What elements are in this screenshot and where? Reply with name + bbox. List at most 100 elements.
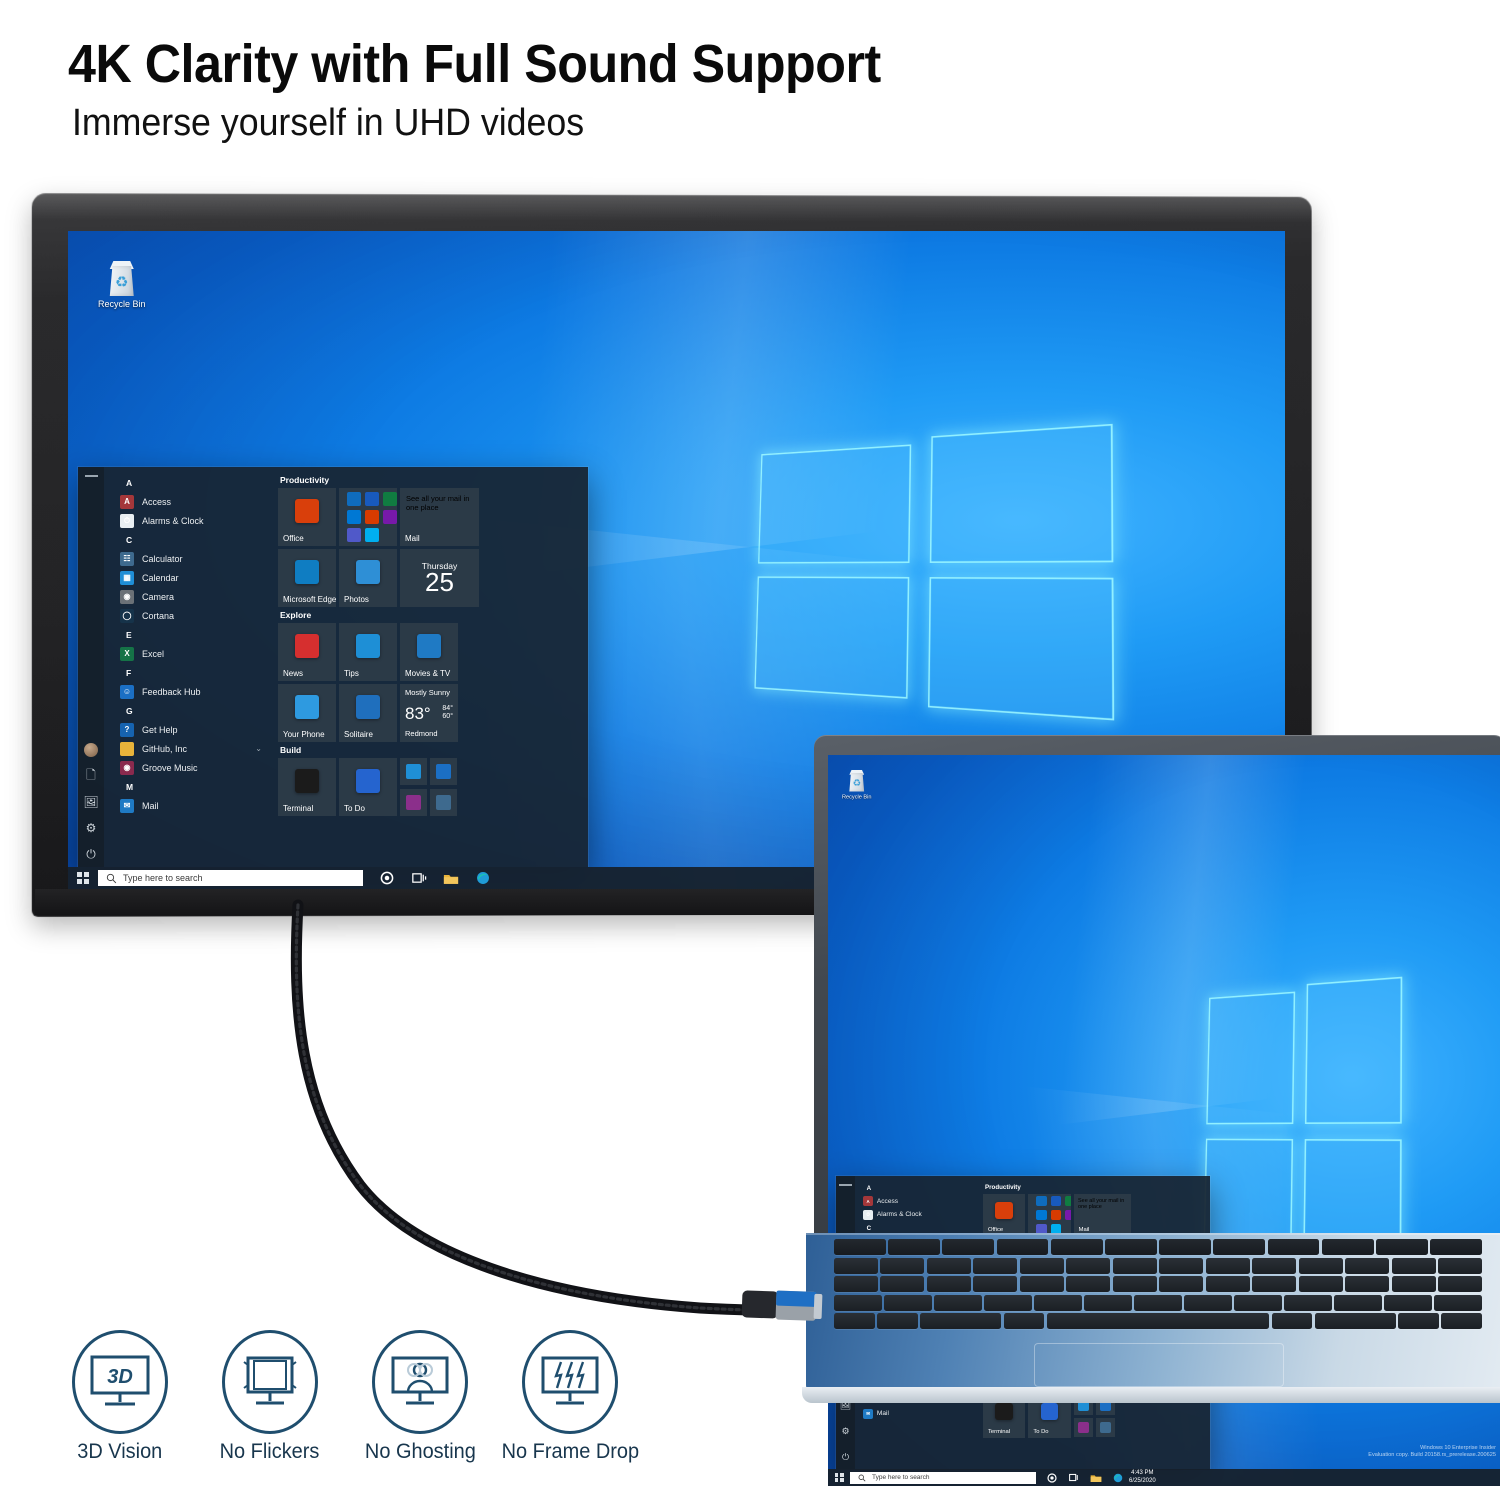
keyboard-key[interactable] bbox=[1438, 1276, 1483, 1292]
app-list-item-feedback-hub[interactable]: ☺ Feedback Hub bbox=[104, 682, 274, 701]
edge-icon[interactable] bbox=[467, 867, 499, 889]
app-list-item-groove-music[interactable]: ◉ Groove Music bbox=[104, 758, 274, 777]
settings-gear-icon[interactable]: ⚙ bbox=[836, 1418, 857, 1444]
app-list-item-mail[interactable]: ✉ Mail bbox=[104, 796, 274, 815]
keyboard-key[interactable] bbox=[1391, 1257, 1436, 1274]
power-icon[interactable]: ⏻ bbox=[836, 1444, 857, 1470]
keyboard-key[interactable] bbox=[1321, 1239, 1374, 1255]
tile-mail[interactable]: See all your mail in one place Mail bbox=[1073, 1194, 1132, 1237]
tile-your-phone[interactable]: Your Phone bbox=[278, 684, 336, 742]
keyboard-key[interactable] bbox=[1434, 1294, 1482, 1311]
keyboard-key[interactable] bbox=[880, 1276, 925, 1292]
keyboard-key[interactable] bbox=[1376, 1239, 1428, 1255]
keyboard-key[interactable] bbox=[1398, 1313, 1439, 1329]
touch-bar[interactable] bbox=[834, 1239, 1482, 1255]
keyboard-key[interactable] bbox=[1334, 1294, 1382, 1311]
system-clock[interactable]: 4:43 PM 6/25/2020 bbox=[1129, 1470, 1160, 1485]
hamburger-icon[interactable] bbox=[839, 1184, 852, 1186]
app-list-item-github-inc[interactable]: GitHub, Inc ⌄ bbox=[104, 739, 274, 758]
keyboard-key[interactable] bbox=[1438, 1257, 1483, 1274]
keyboard-key[interactable] bbox=[1441, 1313, 1482, 1329]
office-app-icon-4[interactable] bbox=[365, 510, 379, 524]
tile-terminal[interactable]: Terminal bbox=[278, 758, 336, 816]
keyboard-key[interactable] bbox=[1314, 1313, 1396, 1329]
tile-office-apps-grid[interactable] bbox=[1028, 1194, 1071, 1237]
start-menu[interactable]: 🗋 🖼 ⚙ ⏻ AA Access ⏱ Alarms & Clock C ☷ Calcula… bbox=[78, 467, 588, 867]
office-app-icon-0[interactable] bbox=[1036, 1195, 1047, 1207]
user-avatar[interactable] bbox=[80, 737, 102, 763]
office-app-icon-3[interactable] bbox=[1036, 1210, 1047, 1221]
office-app-icon-6[interactable] bbox=[347, 528, 361, 542]
keyboard-key[interactable] bbox=[1252, 1257, 1297, 1274]
start-menu-app-list[interactable]: AA Access ⏱ Alarms & Clock C ☷ Calculator ▦ Cale… bbox=[104, 467, 274, 867]
tile-github-icon[interactable] bbox=[1073, 1417, 1094, 1438]
desktop-icon-recycle-bin[interactable]: ♻ Recycle Bin bbox=[842, 769, 871, 800]
keyboard-key[interactable] bbox=[834, 1276, 878, 1292]
settings-gear-icon[interactable]: ⚙ bbox=[80, 815, 102, 841]
keyboard-key[interactable] bbox=[1205, 1276, 1250, 1292]
keyboard-key[interactable] bbox=[1134, 1294, 1182, 1311]
keyboard-key[interactable] bbox=[1298, 1257, 1343, 1274]
hamburger-icon[interactable] bbox=[84, 475, 98, 477]
keyboard-key[interactable] bbox=[1019, 1257, 1064, 1274]
desktop-icon-recycle-bin[interactable]: ♻ Recycle Bin bbox=[98, 261, 146, 309]
laptop-trackpad[interactable] bbox=[1034, 1343, 1284, 1387]
app-list-item-access[interactable]: A Access bbox=[104, 492, 274, 511]
keyboard-key[interactable] bbox=[1019, 1276, 1064, 1292]
keyboard-key[interactable] bbox=[1213, 1239, 1266, 1255]
file-explorer-icon[interactable] bbox=[435, 867, 467, 889]
tile-movies-tv[interactable]: Movies & TV bbox=[400, 623, 458, 681]
tile-mail[interactable]: See all your mail in one place Mail bbox=[400, 488, 479, 546]
keyboard-key[interactable] bbox=[1003, 1313, 1045, 1329]
tile-microsoft-edge[interactable]: Microsoft Edge bbox=[278, 549, 336, 607]
file-explorer-icon[interactable] bbox=[1085, 1469, 1107, 1486]
office-app-icon-7[interactable] bbox=[365, 528, 379, 542]
tile-to-do[interactable]: To Do bbox=[339, 758, 397, 816]
keyboard-key[interactable] bbox=[1034, 1294, 1082, 1311]
keyboard-row-bottom[interactable] bbox=[834, 1313, 1482, 1329]
app-list-item-mail[interactable]: ✉ Mail bbox=[855, 1407, 979, 1421]
keyboard-key[interactable] bbox=[884, 1294, 932, 1311]
keyboard-key[interactable] bbox=[834, 1313, 875, 1329]
laptop-keyboard[interactable] bbox=[834, 1239, 1483, 1335]
app-list-item-get-help[interactable]: ? Get Help bbox=[104, 720, 274, 739]
app-list-item-alarms-clock[interactable]: ⏱ Alarms & Clock bbox=[855, 1208, 979, 1222]
keyboard-key[interactable] bbox=[888, 1239, 940, 1255]
keyboard-key[interactable] bbox=[834, 1257, 878, 1274]
app-list-item-camera[interactable]: ◉ Camera bbox=[104, 587, 274, 606]
keyboard-key[interactable] bbox=[1345, 1276, 1390, 1292]
office-app-icon-5[interactable] bbox=[1064, 1210, 1071, 1221]
keyboard-key[interactable] bbox=[1267, 1239, 1320, 1255]
keyboard-key[interactable] bbox=[1384, 1294, 1432, 1311]
app-list-item-access[interactable]: A Access bbox=[855, 1194, 979, 1208]
taskbar-icons[interactable]: 4:43 PM 6/25/2020 bbox=[1041, 1469, 1160, 1486]
keyboard-key[interactable] bbox=[877, 1313, 918, 1329]
tile-feedback-hub-icon[interactable] bbox=[430, 758, 457, 785]
cortana-icon[interactable] bbox=[371, 867, 403, 889]
keyboard-key[interactable] bbox=[1159, 1276, 1204, 1292]
office-app-icon-3[interactable] bbox=[347, 510, 361, 524]
keyboard-key[interactable] bbox=[1112, 1257, 1157, 1274]
keyboard-key[interactable] bbox=[880, 1257, 925, 1274]
keyboard-key[interactable] bbox=[1391, 1276, 1436, 1292]
keyboard-key[interactable] bbox=[1271, 1313, 1313, 1329]
keyboard-key[interactable] bbox=[1252, 1276, 1297, 1292]
keyboard-key[interactable] bbox=[1345, 1257, 1390, 1274]
tile-solitaire[interactable]: Solitaire bbox=[339, 684, 397, 742]
start-button[interactable] bbox=[68, 867, 98, 889]
tile-calculator-icon[interactable] bbox=[430, 788, 457, 816]
start-button[interactable] bbox=[828, 1469, 850, 1486]
tile-office[interactable]: Office bbox=[983, 1194, 1026, 1237]
tile-office[interactable]: Office bbox=[278, 488, 336, 546]
keyboard-key[interactable] bbox=[973, 1257, 1018, 1274]
app-list-item-cortana[interactable]: ◯ Cortana bbox=[104, 606, 274, 625]
tile-github-icon[interactable] bbox=[400, 788, 427, 816]
edge-icon[interactable] bbox=[1107, 1469, 1129, 1486]
keyboard-key[interactable] bbox=[1298, 1276, 1343, 1292]
keyboard-key[interactable] bbox=[1430, 1239, 1482, 1255]
tile-vscode-icon[interactable] bbox=[400, 758, 427, 785]
tile-calendar-live-tile[interactable]: Thursday25 bbox=[400, 549, 479, 607]
pictures-icon[interactable]: 🖼 bbox=[80, 789, 102, 815]
keyboard-key[interactable] bbox=[973, 1276, 1018, 1292]
keyboard-key[interactable] bbox=[1234, 1294, 1282, 1311]
